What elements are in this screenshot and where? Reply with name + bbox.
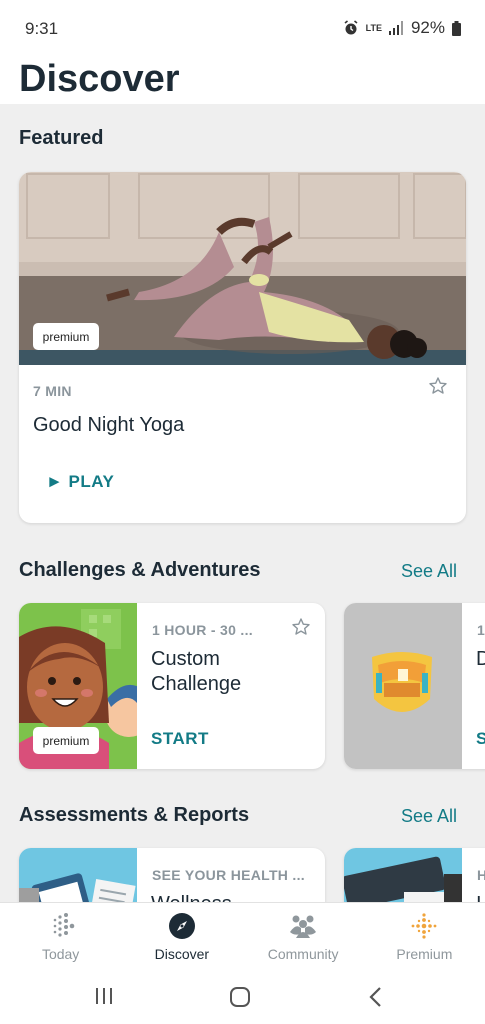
status-time: 9:31 xyxy=(25,19,59,38)
start-button[interactable]: S xyxy=(476,729,485,749)
featured-section-title: Featured xyxy=(19,127,104,149)
alarm-icon xyxy=(344,20,358,35)
premium-icon xyxy=(411,913,437,939)
nav-today[interactable]: Today xyxy=(0,903,121,970)
assessment-meta: H xyxy=(477,867,485,883)
assessments-see-all-link[interactable]: See All xyxy=(401,806,457,827)
fitbit-dots-icon xyxy=(53,913,74,937)
page-header: Discover xyxy=(0,52,485,104)
assessments-section-title: Assessments & Reports xyxy=(19,804,250,826)
nav-premium[interactable]: Premium xyxy=(364,903,485,970)
featured-card[interactable]: premium 7 MIN Good Night Yoga ► PLAY xyxy=(19,172,466,523)
back-icon[interactable] xyxy=(366,986,386,1008)
premium-badge: premium xyxy=(33,727,99,754)
recents-icon[interactable] xyxy=(94,986,114,1006)
challenge-title: D xyxy=(476,648,485,670)
status-bar: 9:31 LTE 92% xyxy=(0,0,485,52)
status-icons: LTE 92% xyxy=(343,18,461,38)
nav-community[interactable]: Community xyxy=(243,903,364,970)
nav-label: Premium xyxy=(396,946,453,962)
adventure-illustration xyxy=(344,603,462,769)
challenge-card-adventure[interactable]: 1 D S xyxy=(344,603,485,769)
battery-icon xyxy=(452,20,461,36)
challenge-card-custom[interactable]: premium 1 HOUR - 30 ... Custom Challenge… xyxy=(19,603,325,769)
nav-discover[interactable]: Discover xyxy=(121,903,242,970)
system-nav-bar xyxy=(0,970,485,1024)
community-icon xyxy=(290,915,317,938)
challenges-section-title: Challenges & Adventures xyxy=(19,559,261,581)
star-outline-icon[interactable] xyxy=(428,376,448,396)
challenges-see-all-link[interactable]: See All xyxy=(401,561,457,582)
start-button[interactable]: START xyxy=(151,729,209,749)
challenge-title: Custom Challenge xyxy=(151,648,242,695)
home-icon[interactable] xyxy=(229,986,251,1008)
bottom-nav: Today Discover Community Premium xyxy=(0,902,485,970)
play-button[interactable]: ► PLAY xyxy=(46,472,114,492)
featured-title: Good Night Yoga xyxy=(33,414,185,436)
page-title: Discover xyxy=(19,58,180,100)
star-outline-icon[interactable] xyxy=(291,617,311,637)
compass-icon xyxy=(168,913,195,939)
nav-label: Community xyxy=(267,946,339,962)
network-type: LTE xyxy=(365,22,382,33)
nav-label: Discover xyxy=(154,946,210,962)
assessment-meta: SEE YOUR HEALTH ... xyxy=(152,867,305,883)
challenge-duration: 1 xyxy=(477,622,485,638)
featured-duration: 7 MIN xyxy=(33,383,72,399)
challenge-duration: 1 HOUR - 30 ... xyxy=(152,622,253,638)
nav-label: Today xyxy=(41,946,80,962)
signal-icon xyxy=(388,21,403,35)
premium-badge: premium xyxy=(33,323,99,350)
battery-percent: 92% xyxy=(410,18,445,37)
